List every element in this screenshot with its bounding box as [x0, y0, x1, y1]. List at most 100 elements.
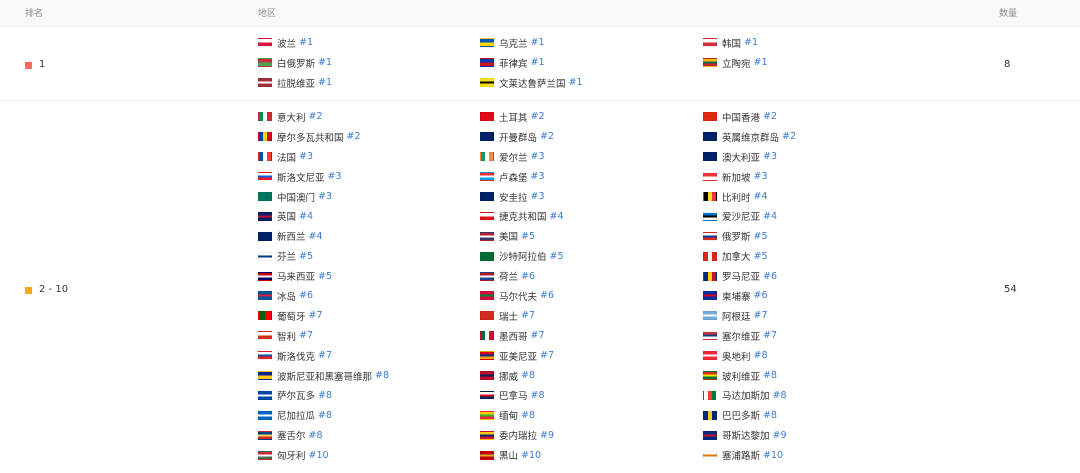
flag-icon — [480, 152, 494, 162]
region-rank-link[interactable]: #5 — [318, 271, 332, 282]
region-name: 韩国 — [722, 38, 742, 50]
region-rank-link[interactable]: #4 — [299, 211, 313, 222]
region-rank-link[interactable]: #1 — [531, 37, 545, 48]
region-rank-link[interactable]: #3 — [318, 191, 332, 202]
region-rank-link[interactable]: #3 — [763, 151, 777, 162]
region-name: 中国澳门 — [277, 192, 316, 204]
region-rank-link[interactable]: #9 — [773, 430, 787, 441]
rank-column-header[interactable]: 排名 — [25, 9, 43, 19]
region-rank-link[interactable]: #6 — [299, 290, 313, 301]
region-rank-link[interactable]: #3 — [754, 171, 768, 182]
rank-label: 1 — [39, 59, 46, 70]
region-rank-link[interactable]: #2 — [531, 111, 545, 122]
region-rank-link[interactable]: #3 — [531, 191, 545, 202]
region-rank-link[interactable]: #2 — [782, 131, 796, 142]
flag-icon — [258, 112, 272, 122]
region-rank-link[interactable]: #7 — [754, 310, 768, 321]
region-item: 英属维京群岛 #2 — [703, 127, 903, 147]
region-rank-link[interactable]: #7 — [309, 310, 323, 321]
flag-icon — [480, 38, 494, 48]
region-item: 土耳其 #2 — [480, 107, 703, 127]
region-rank-link[interactable]: #2 — [763, 111, 777, 122]
region-item: 美国 #5 — [480, 226, 703, 246]
region-rank-link[interactable]: #5 — [299, 251, 313, 262]
region-name: 摩尔多瓦共和国 — [277, 132, 344, 144]
region-rank-link[interactable]: #7 — [521, 310, 535, 321]
region-name: 巴拿马 — [499, 391, 528, 403]
region-rank-link[interactable]: #1 — [318, 77, 332, 88]
flag-icon — [703, 192, 717, 201]
region-rank-link[interactable]: #1 — [744, 37, 758, 48]
count-value: 54 — [1004, 284, 1017, 295]
region-rank-link[interactable]: #6 — [763, 271, 777, 282]
region-item: 亚美尼亚 #7 — [480, 346, 703, 366]
flag-icon — [703, 450, 717, 460]
flag-icon — [703, 331, 717, 341]
region-name: 爱沙尼亚 — [722, 212, 761, 224]
region-rank-link[interactable]: #2 — [309, 111, 323, 122]
region-rank-link[interactable]: #6 — [754, 290, 768, 301]
region-rank-link[interactable]: #10 — [521, 450, 541, 461]
region-rank-link[interactable]: #5 — [754, 251, 768, 262]
region-rank-link[interactable]: #3 — [531, 171, 545, 182]
region-rank-link[interactable]: #8 — [309, 430, 323, 441]
region-rank-link[interactable]: #4 — [763, 211, 777, 222]
region-rank-link[interactable]: #1 — [318, 57, 332, 68]
region-rank-link[interactable]: #6 — [540, 290, 554, 301]
region-rank-link[interactable]: #8 — [754, 350, 768, 361]
region-rank-link[interactable]: #6 — [521, 271, 535, 282]
region-rank-link[interactable]: #10 — [309, 450, 329, 461]
region-rank-link[interactable]: #8 — [375, 370, 389, 381]
region-rank-link[interactable]: #8 — [521, 370, 535, 381]
region-item: 黑山 #10 — [480, 445, 703, 465]
region-item: 奥地利 #8 — [703, 346, 903, 366]
region-rank-link[interactable]: #1 — [299, 37, 313, 48]
region-rank-link[interactable]: #3 — [299, 151, 313, 162]
region-name: 波斯尼亚和黑塞哥维那 — [277, 371, 373, 383]
region-rank-link[interactable]: #2 — [540, 131, 554, 142]
region-item: 爱尔兰 #3 — [480, 147, 703, 167]
region-rank-link[interactable]: #5 — [521, 231, 535, 242]
region-rank-link[interactable]: #4 — [550, 211, 564, 222]
region-rank-link[interactable]: #8 — [763, 410, 777, 421]
region-name: 斯洛文尼亚 — [277, 172, 325, 184]
flag-icon — [258, 152, 272, 162]
region-item: 波兰 #1 — [258, 33, 480, 53]
region-rank-link[interactable]: #5 — [754, 231, 768, 242]
region-column-header[interactable]: 地区 — [258, 9, 276, 19]
region-rank-link[interactable]: #7 — [531, 330, 545, 341]
region-rank-link[interactable]: #3 — [328, 171, 342, 182]
region-item: 柬埔寨 #6 — [703, 286, 903, 306]
region-rank-link[interactable]: #2 — [347, 131, 361, 142]
region-rank-link[interactable]: #8 — [773, 390, 787, 401]
region-rank-link[interactable]: #7 — [299, 330, 313, 341]
region-item: 马尔代夫 #6 — [480, 286, 703, 306]
region-item: 沙特阿拉伯 #5 — [480, 246, 703, 266]
region-rank-link[interactable]: #8 — [531, 390, 545, 401]
region-rank-link[interactable]: #1 — [531, 57, 545, 68]
region-rank-link[interactable]: #8 — [763, 370, 777, 381]
region-rank-link[interactable]: #8 — [521, 410, 535, 421]
region-rank-link[interactable]: #4 — [754, 191, 768, 202]
flag-icon — [258, 291, 272, 301]
region-rank-link[interactable]: #8 — [318, 410, 332, 421]
region-rank-link[interactable]: #3 — [531, 151, 545, 162]
region-rank-link[interactable]: #1 — [569, 77, 583, 88]
region-rank-link[interactable]: #1 — [754, 57, 768, 68]
count-column-header[interactable]: 数量 — [999, 9, 1017, 19]
flag-icon — [258, 311, 272, 321]
region-rank-link[interactable]: #5 — [550, 251, 564, 262]
region-item: 荷兰 #6 — [480, 266, 703, 286]
region-item: 挪威 #8 — [480, 366, 703, 386]
region-rank-link[interactable]: #10 — [763, 450, 783, 461]
region-rank-link[interactable]: #7 — [763, 330, 777, 341]
region-rank-link[interactable]: #4 — [309, 231, 323, 242]
region-rank-link[interactable]: #8 — [318, 390, 332, 401]
region-name: 罗马尼亚 — [722, 272, 761, 284]
region-rank-link[interactable]: #7 — [318, 350, 332, 361]
region-item: 俄罗斯 #5 — [703, 226, 903, 246]
region-rank-link[interactable]: #7 — [540, 350, 554, 361]
region-item: 阿根廷 #7 — [703, 306, 903, 326]
region-rank-link[interactable]: #9 — [540, 430, 554, 441]
region-name: 阿根廷 — [722, 311, 751, 323]
